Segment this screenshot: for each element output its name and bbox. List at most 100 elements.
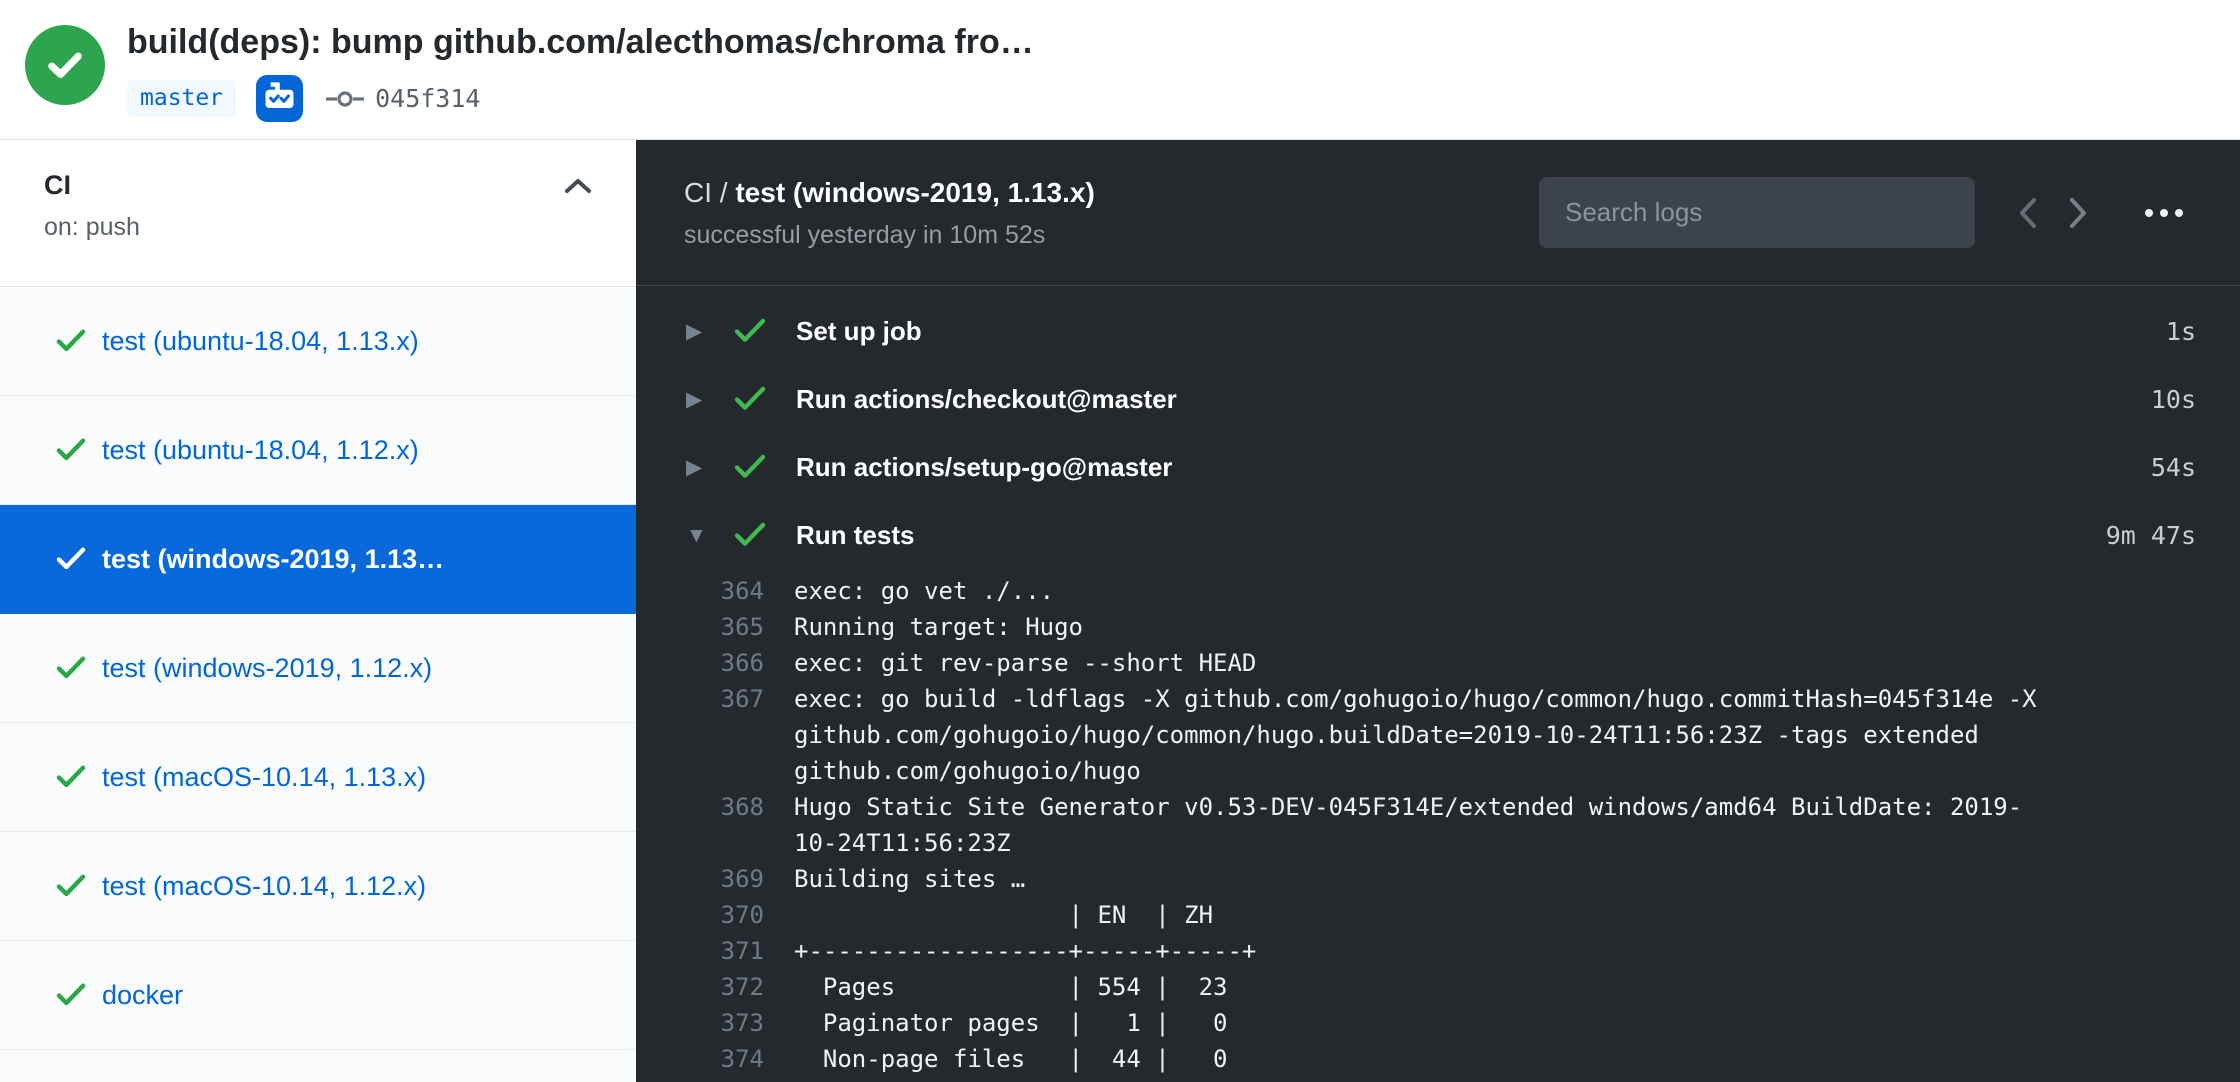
log-panel: CI / test (windows-2019, 1.13.x) success… bbox=[636, 140, 2240, 1082]
job-label: test (ubuntu-18.04, 1.13.x) bbox=[102, 326, 419, 357]
step-duration: 54s bbox=[2151, 453, 2196, 482]
log-line-number[interactable]: 370 bbox=[636, 897, 764, 933]
job-item-test-windows-2019-112[interactable]: test (windows-2019, 1.12.x) bbox=[0, 614, 636, 723]
steps-list: ▶ Set up job 1s ▶ Run actions/checkout@m… bbox=[636, 286, 2240, 569]
job-status-line: successful yesterday in 10m 52s bbox=[684, 221, 1095, 250]
job-success-icon bbox=[56, 656, 86, 680]
log-line-text: | EN | ZH bbox=[794, 897, 1213, 933]
job-label: test (windows-2019, 1.12.x) bbox=[102, 653, 432, 684]
jobs-sidebar: CI on: push test (ubuntu-18.04, 1.13.x) bbox=[0, 140, 636, 1082]
job-success-icon bbox=[56, 438, 86, 462]
commit-sha-link[interactable]: 045f314 bbox=[375, 84, 480, 113]
log-header-titles: CI / test (windows-2019, 1.13.x) success… bbox=[684, 176, 1095, 250]
log-line-number[interactable]: 365 bbox=[636, 609, 764, 645]
kebab-icon bbox=[2145, 209, 2153, 217]
prev-match-button[interactable] bbox=[2003, 196, 2053, 230]
job-label: test (ubuntu-18.04, 1.12.x) bbox=[102, 435, 419, 466]
step-run-setup-go[interactable]: ▶ Run actions/setup-go@master 54s bbox=[636, 433, 2240, 501]
log-line-number[interactable]: 367 bbox=[636, 681, 764, 717]
job-label: test (macOS-10.14, 1.12.x) bbox=[102, 871, 426, 902]
run-header-text: build(deps): bump github.com/alecthomas/… bbox=[127, 22, 1034, 122]
log-line: 364 exec: go vet ./... bbox=[636, 573, 2240, 609]
kebab-icon bbox=[2160, 209, 2168, 217]
step-duration: 1s bbox=[2166, 317, 2196, 346]
workflow-trigger: on: push bbox=[44, 213, 592, 242]
disclosure-expanded-icon[interactable]: ▼ bbox=[686, 525, 718, 546]
job-title: test (windows-2019, 1.13.x) bbox=[735, 177, 1094, 208]
log-line: 371 +------------------+-----+-----+ bbox=[636, 933, 2240, 969]
workflow-header: CI on: push bbox=[0, 140, 636, 286]
log-line: 366 exec: git rev-parse --short HEAD bbox=[636, 645, 2240, 681]
log-line-number[interactable]: 371 bbox=[636, 933, 764, 969]
disclosure-collapsed-icon[interactable]: ▶ bbox=[686, 321, 718, 342]
log-line: 368 Hugo Static Site Generator v0.53-DEV… bbox=[636, 789, 2240, 861]
log-line-number[interactable]: 374 bbox=[636, 1041, 764, 1077]
log-line-number[interactable]: 372 bbox=[636, 969, 764, 1005]
job-item-test-macos-1014-113[interactable]: test (macOS-10.14, 1.13.x) bbox=[0, 723, 636, 832]
job-item-docker[interactable]: docker bbox=[0, 941, 636, 1050]
run-title: build(deps): bump github.com/alecthomas/… bbox=[127, 22, 1034, 62]
step-duration: 9m 47s bbox=[2106, 521, 2196, 550]
step-success-icon bbox=[734, 454, 766, 480]
step-success-icon bbox=[734, 318, 766, 344]
log-line-number[interactable]: 373 bbox=[636, 1005, 764, 1041]
log-line-text: Pages | 554 | 23 bbox=[794, 969, 1227, 1005]
job-label: test (macOS-10.14, 1.13.x) bbox=[102, 762, 426, 793]
log-line-text: Hugo Static Site Generator v0.53-DEV-045… bbox=[794, 789, 2037, 861]
job-success-icon bbox=[56, 329, 86, 353]
step-name: Run tests bbox=[796, 520, 914, 551]
log-line-number[interactable]: 369 bbox=[636, 861, 764, 897]
run-meta-row: master bbox=[127, 75, 1034, 122]
job-label: docker bbox=[102, 980, 183, 1011]
run-success-icon bbox=[25, 25, 105, 105]
job-success-icon bbox=[56, 765, 86, 789]
commit-group: 045f314 bbox=[325, 84, 480, 113]
more-options-button[interactable] bbox=[2131, 199, 2196, 227]
chevron-up-icon[interactable] bbox=[564, 177, 592, 195]
kebab-icon bbox=[2175, 209, 2183, 217]
log-line: 367 exec: go build -ldflags -X github.co… bbox=[636, 681, 2240, 789]
log-header-controls bbox=[1539, 177, 2196, 248]
job-list: test (ubuntu-18.04, 1.13.x) test (ubuntu… bbox=[0, 286, 636, 1050]
log-header: CI / test (windows-2019, 1.13.x) success… bbox=[636, 140, 2240, 286]
chevron-left-icon bbox=[2017, 196, 2039, 230]
log-line-text: Paginator pages | 1 | 0 bbox=[794, 1005, 1227, 1041]
log-line: 372 Pages | 554 | 23 bbox=[636, 969, 2240, 1005]
log-line-text: exec: git rev-parse --short HEAD bbox=[794, 645, 1256, 681]
job-item-test-windows-2019-113[interactable]: test (windows-2019, 1.13… bbox=[0, 505, 636, 614]
next-match-button[interactable] bbox=[2053, 196, 2103, 230]
search-logs-input[interactable] bbox=[1539, 177, 1975, 248]
log-line: 365 Running target: Hugo bbox=[636, 609, 2240, 645]
job-success-icon bbox=[56, 547, 86, 571]
step-name: Set up job bbox=[796, 316, 922, 347]
step-set-up-job[interactable]: ▶ Set up job 1s bbox=[636, 297, 2240, 365]
log-line-text: exec: go build -ldflags -X github.com/go… bbox=[794, 681, 2037, 789]
log-output: 364 exec: go vet ./... 365 Running targe… bbox=[636, 569, 2240, 1077]
workflow-crumb: CI / bbox=[684, 177, 735, 208]
log-line: 370 | EN | ZH bbox=[636, 897, 2240, 933]
chevron-right-icon bbox=[2067, 196, 2089, 230]
branch-badge[interactable]: master bbox=[127, 80, 236, 117]
log-line-number[interactable]: 368 bbox=[636, 789, 764, 825]
workflow-name: CI bbox=[44, 170, 71, 201]
job-success-icon bbox=[56, 874, 86, 898]
job-item-test-ubuntu-1804-112[interactable]: test (ubuntu-18.04, 1.12.x) bbox=[0, 396, 636, 505]
disclosure-collapsed-icon[interactable]: ▶ bbox=[686, 457, 718, 478]
job-success-icon bbox=[56, 983, 86, 1007]
job-item-test-macos-1014-112[interactable]: test (macOS-10.14, 1.12.x) bbox=[0, 832, 636, 941]
check-icon bbox=[43, 43, 87, 87]
disclosure-collapsed-icon[interactable]: ▶ bbox=[686, 389, 718, 410]
dependabot-icon bbox=[256, 75, 303, 122]
log-line-number[interactable]: 364 bbox=[636, 573, 764, 609]
step-duration: 10s bbox=[2151, 385, 2196, 414]
workflow-run-page: build(deps): bump github.com/alecthomas/… bbox=[0, 0, 2240, 1082]
job-item-test-ubuntu-1804-113[interactable]: test (ubuntu-18.04, 1.13.x) bbox=[0, 287, 636, 396]
step-run-checkout[interactable]: ▶ Run actions/checkout@master 10s bbox=[636, 365, 2240, 433]
log-line-text: Building sites … bbox=[794, 861, 1025, 897]
log-line-number[interactable]: 366 bbox=[636, 645, 764, 681]
commit-icon bbox=[325, 86, 365, 112]
log-line: 373 Paginator pages | 1 | 0 bbox=[636, 1005, 2240, 1041]
step-name: Run actions/setup-go@master bbox=[796, 452, 1172, 483]
step-run-tests[interactable]: ▼ Run tests 9m 47s bbox=[636, 501, 2240, 569]
job-label: test (windows-2019, 1.13… bbox=[102, 544, 444, 575]
